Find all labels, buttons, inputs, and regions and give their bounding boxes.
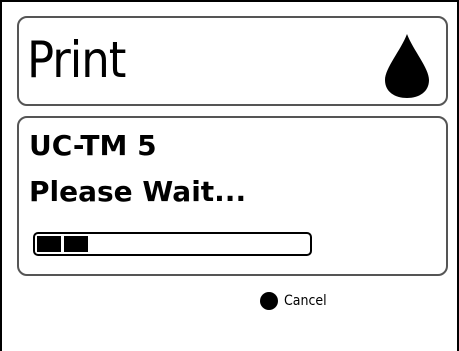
header-panel: Print bbox=[17, 16, 448, 106]
cancel-button[interactable]: Cancel bbox=[260, 292, 327, 310]
progress-fill bbox=[37, 236, 88, 252]
ink-drop-icon bbox=[382, 30, 432, 100]
progress-segment bbox=[64, 236, 88, 252]
page-title: Print bbox=[27, 31, 126, 89]
filled-circle-icon bbox=[260, 292, 278, 310]
job-name: UC-TM 5 bbox=[29, 129, 157, 162]
progress-bar bbox=[33, 232, 312, 256]
device-screen: Print UC-TM 5 Please Wait... Cancel bbox=[0, 0, 459, 351]
ink-drop-shape bbox=[385, 34, 429, 98]
status-message: Please Wait... bbox=[29, 175, 247, 208]
progress-segment bbox=[37, 236, 61, 252]
cancel-label: Cancel bbox=[284, 293, 327, 309]
status-panel: UC-TM 5 Please Wait... bbox=[17, 116, 448, 276]
